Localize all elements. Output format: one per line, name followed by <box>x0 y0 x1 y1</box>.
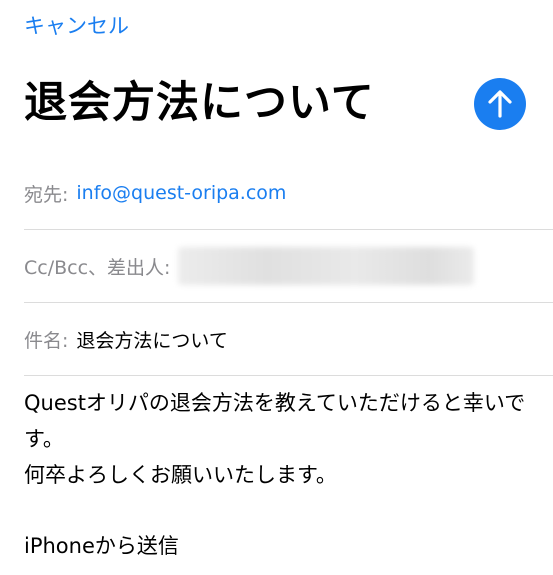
cc-bcc-from-field[interactable]: Cc/Bcc、差出人: <box>24 230 553 303</box>
recipient-address[interactable]: info@quest-oripa.com <box>76 182 286 204</box>
arrow-up-icon <box>488 90 512 118</box>
cancel-button[interactable]: キャンセル <box>24 10 129 40</box>
subject-field[interactable]: 件名: 退会方法について <box>24 303 553 376</box>
cc-bcc-from-label: Cc/Bcc、差出人: <box>24 256 171 279</box>
to-field[interactable]: 宛先: info@quest-oripa.com <box>24 157 553 230</box>
message-body[interactable]: Questオリパの退会方法を教えていただけると幸いです。 何卒よろしくお願いいた… <box>24 385 534 493</box>
message-signature[interactable]: iPhoneから送信 <box>24 528 179 564</box>
send-button[interactable] <box>474 78 526 130</box>
redacted-sender-address <box>178 247 475 285</box>
subject-value[interactable]: 退会方法について <box>76 326 227 353</box>
to-label: 宛先: <box>24 183 69 206</box>
page-title: 退会方法について <box>24 78 375 128</box>
subject-label: 件名: <box>24 329 69 352</box>
